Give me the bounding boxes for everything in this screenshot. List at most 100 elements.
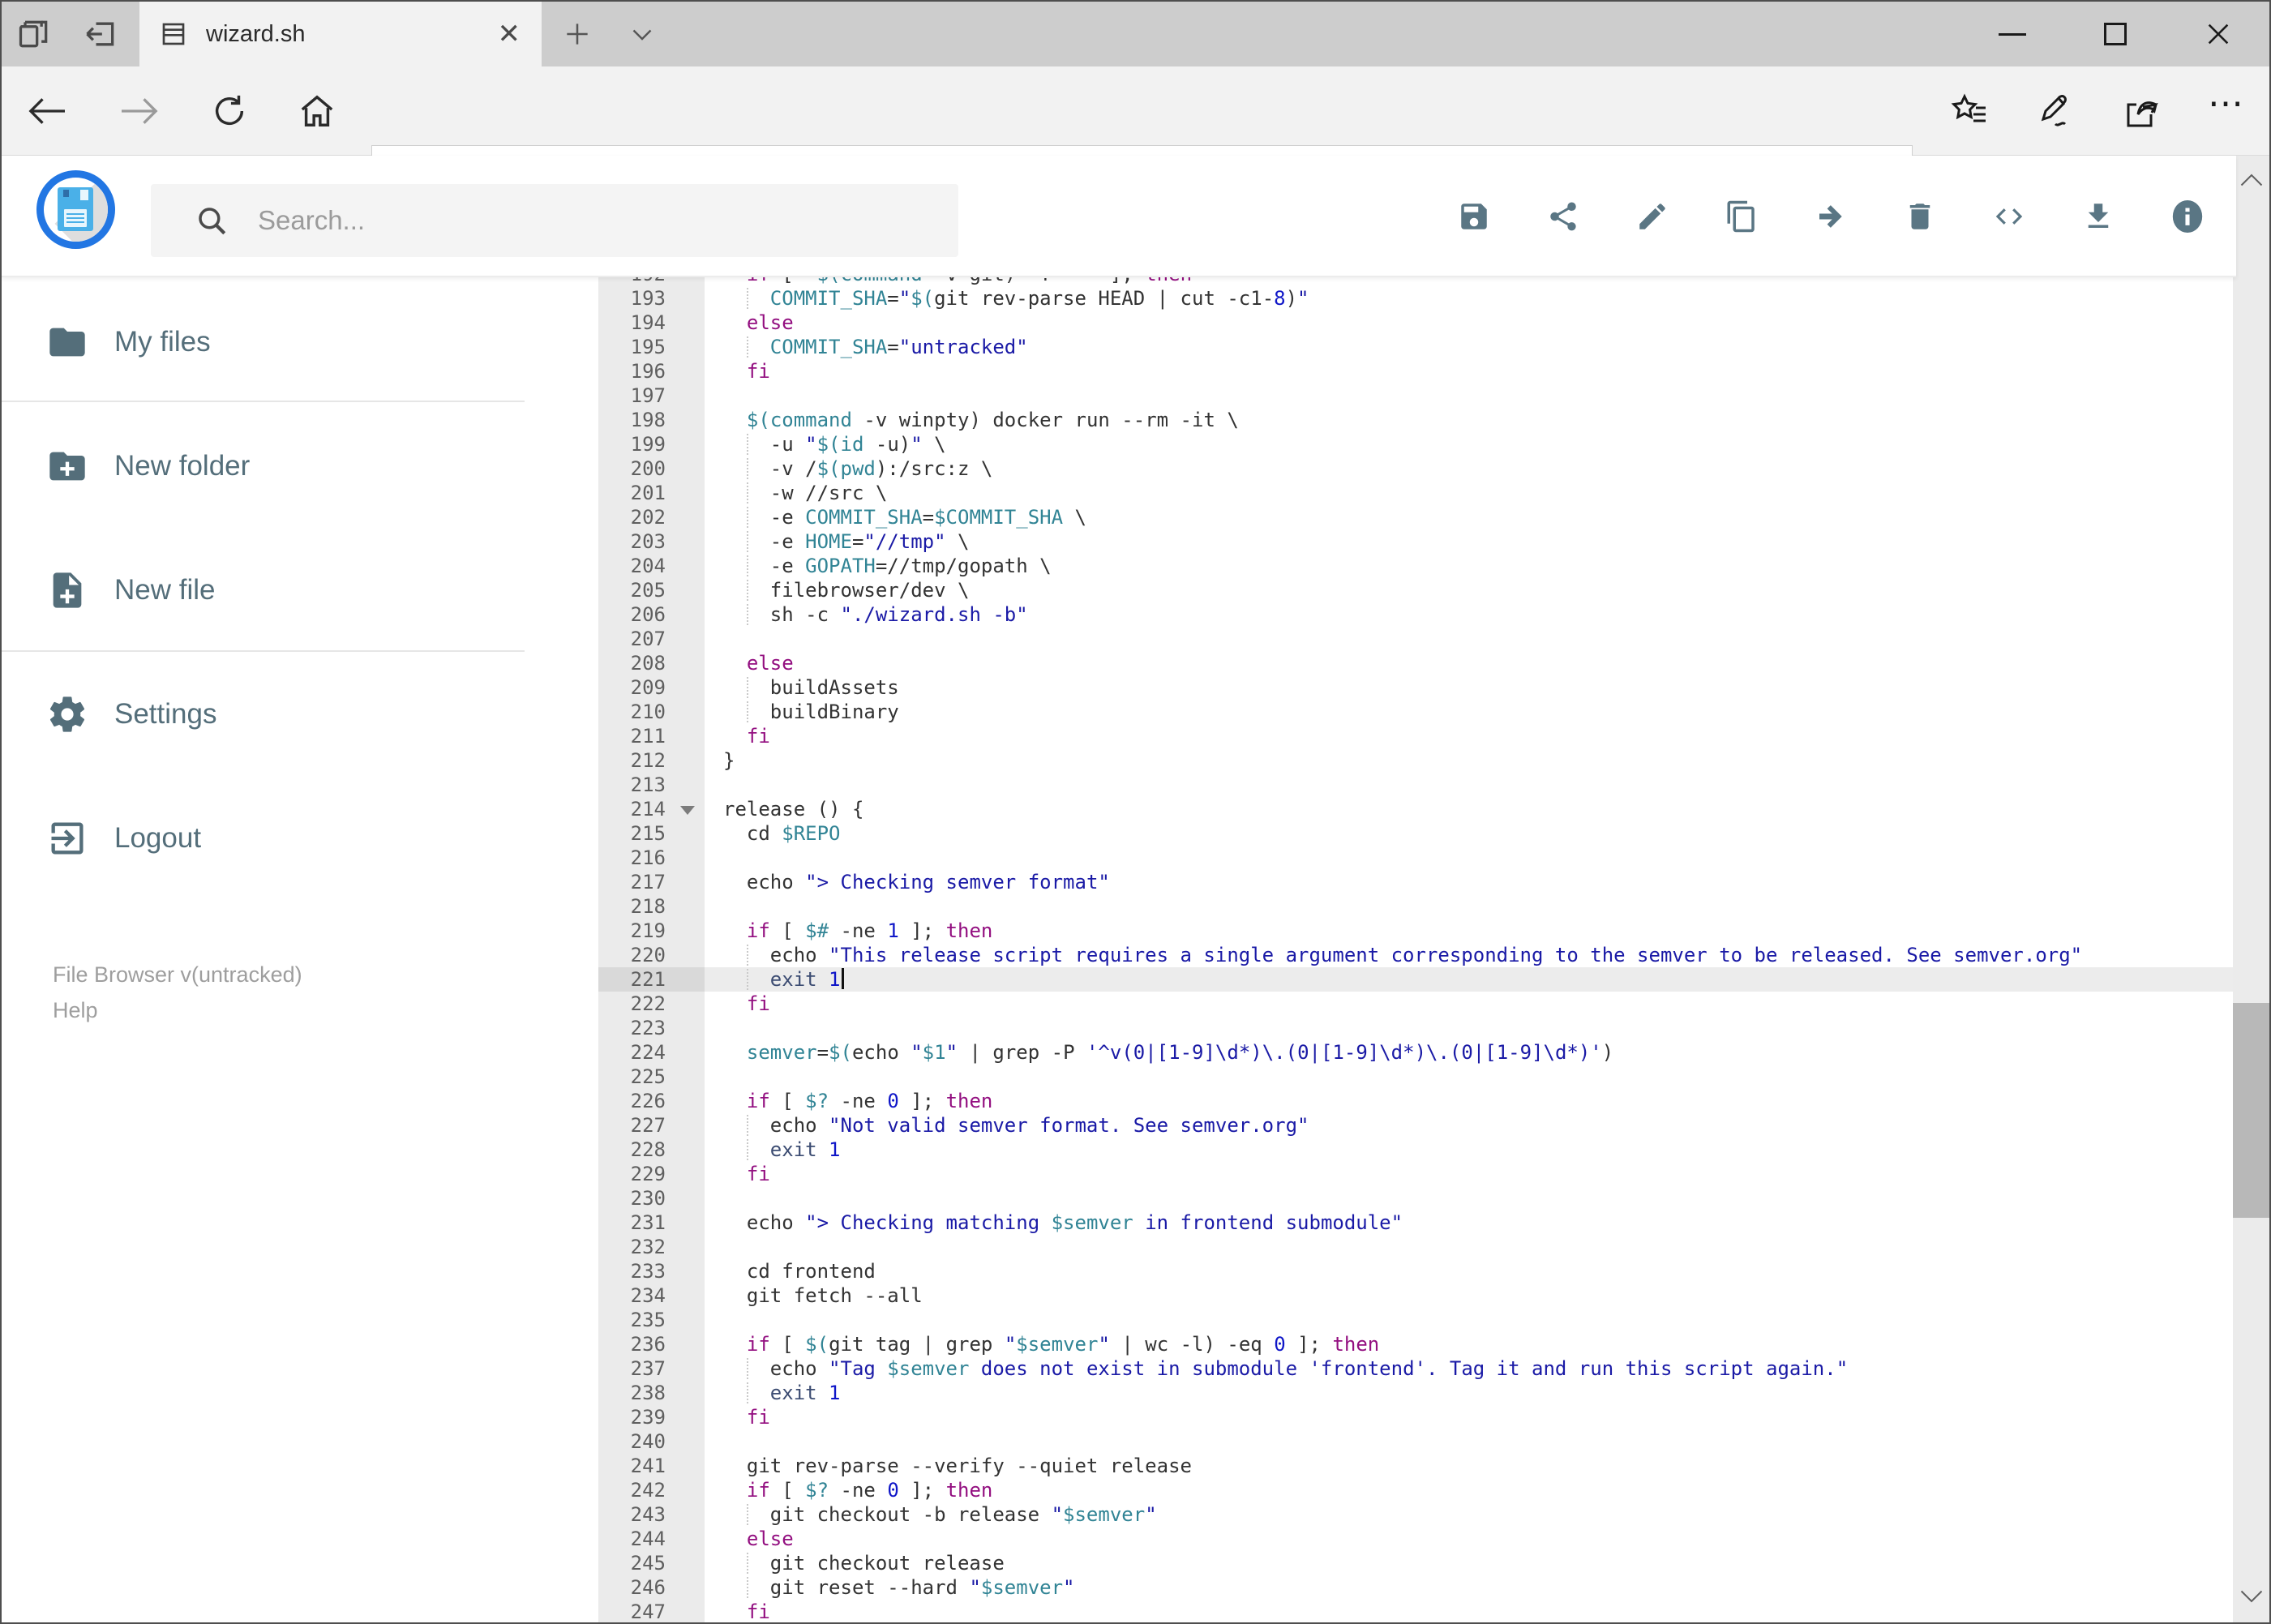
code-line-228[interactable]: 228 exit 1 <box>598 1138 2233 1162</box>
code-line-210[interactable]: 210 buildBinary <box>598 700 2233 724</box>
sidebar-item-settings[interactable]: Settings <box>2 674 561 755</box>
scroll-up-arrow-icon[interactable] <box>2233 156 2269 203</box>
code-line-224[interactable]: 224 semver=$(echo "$1" | grep -P '^v(0|[… <box>598 1040 2233 1065</box>
maximize-button[interactable] <box>2063 2 2166 66</box>
code-line-196[interactable]: 196 fi <box>598 359 2233 384</box>
line-number: 237 <box>598 1356 705 1381</box>
code-line-216[interactable]: 216 <box>598 846 2233 870</box>
search-input[interactable]: Search... <box>151 184 958 257</box>
tab-close-icon[interactable]: ✕ <box>498 18 521 50</box>
sidebar-item-new-file[interactable]: New file <box>2 550 561 631</box>
code-line-217[interactable]: 217 echo "> Checking semver format" <box>598 870 2233 894</box>
code-line-229[interactable]: 229 fi <box>598 1162 2233 1186</box>
line-number: 195 <box>598 335 705 359</box>
code-line-218[interactable]: 218 <box>598 894 2233 919</box>
delete-button[interactable] <box>1902 199 1938 234</box>
code-view-button[interactable] <box>1991 199 2027 234</box>
code-line-214[interactable]: 214 release () { <box>598 797 2233 821</box>
refresh-icon[interactable] <box>211 92 248 130</box>
code-line-221[interactable]: 221 exit 1 <box>598 967 2233 992</box>
code-line-240[interactable]: 240 <box>598 1429 2233 1454</box>
minimize-button[interactable] <box>1960 2 2063 66</box>
code-line-231[interactable]: 231 echo "> Checking matching $semver in… <box>598 1211 2233 1235</box>
code-line-223[interactable]: 223 <box>598 1016 2233 1040</box>
line-number: 231 <box>598 1211 705 1235</box>
code-line-230[interactable]: 230 <box>598 1186 2233 1211</box>
code-line-205[interactable]: 205 filebrowser/dev \ <box>598 578 2233 602</box>
tab-preview-icon[interactable] <box>16 16 52 52</box>
info-button[interactable] <box>2170 199 2205 234</box>
sidebar-item-logout[interactable]: Logout <box>2 798 561 879</box>
share-button[interactable] <box>1545 199 1581 234</box>
code-line-192[interactable]: 192 if [ "$(command -v git)" != "" ]; th… <box>598 277 2233 286</box>
scrollbar-thumb[interactable] <box>2233 1003 2269 1218</box>
code-line-204[interactable]: 204 -e GOPATH=//tmp/gopath \ <box>598 554 2233 578</box>
code-line-227[interactable]: 227 echo "Not valid semver format. See s… <box>598 1113 2233 1138</box>
code-line-232[interactable]: 232 <box>598 1235 2233 1259</box>
code-editor[interactable]: 192 if [ "$(command -v git)" != "" ]; th… <box>598 277 2233 1622</box>
code-line-242[interactable]: 242 if [ $? -ne 0 ]; then <box>598 1478 2233 1502</box>
code-line-219[interactable]: 219 if [ $# -ne 1 ]; then <box>598 919 2233 943</box>
code-line-206[interactable]: 206 sh -c "./wizard.sh -b" <box>598 602 2233 627</box>
code-line-215[interactable]: 215 cd $REPO <box>598 821 2233 846</box>
share-icon[interactable] <box>2122 92 2161 131</box>
set-tabs-aside-icon[interactable] <box>83 16 118 52</box>
code-line-238[interactable]: 238 exit 1 <box>598 1381 2233 1405</box>
move-button[interactable] <box>1813 199 1849 234</box>
code-line-209[interactable]: 209 buildAssets <box>598 675 2233 700</box>
code-line-207[interactable]: 207 <box>598 627 2233 651</box>
code-line-233[interactable]: 233 cd frontend <box>598 1259 2233 1283</box>
code-line-245[interactable]: 245 git checkout release <box>598 1551 2233 1575</box>
code-line-195[interactable]: 195 COMMIT_SHA="untracked" <box>598 335 2233 359</box>
close-button[interactable] <box>2166 2 2269 66</box>
sidebar-item-my-files[interactable]: My files <box>2 302 561 383</box>
file-browser-logo-icon[interactable] <box>36 170 115 249</box>
web-notes-pen-icon[interactable] <box>2036 92 2075 131</box>
home-icon[interactable] <box>298 92 336 130</box>
code-line-239[interactable]: 239 fi <box>598 1405 2233 1429</box>
settings-ellipsis-icon[interactable]: ⋯ <box>2208 86 2247 126</box>
code-line-200[interactable]: 200 -v /$(pwd):/src:z \ <box>598 456 2233 481</box>
save-button[interactable] <box>1456 199 1492 234</box>
code-line-213[interactable]: 213 <box>598 773 2233 797</box>
help-link[interactable]: Help <box>53 992 98 1028</box>
code-line-225[interactable]: 225 <box>598 1065 2233 1089</box>
code-line-222[interactable]: 222 fi <box>598 992 2233 1016</box>
code-line-198[interactable]: 198 $(command -v winpty) docker run --rm… <box>598 408 2233 432</box>
gear-icon <box>49 696 85 732</box>
forward-icon[interactable] <box>118 93 161 129</box>
code-line-243[interactable]: 243 git checkout -b release "$semver" <box>598 1502 2233 1527</box>
code-line-247[interactable]: 247 fi <box>598 1600 2233 1622</box>
rename-button[interactable] <box>1635 199 1670 234</box>
code-line-220[interactable]: 220 echo "This release script requires a… <box>598 943 2233 967</box>
copy-button[interactable] <box>1724 199 1759 234</box>
code-line-241[interactable]: 241 git rev-parse --verify --quiet relea… <box>598 1454 2233 1478</box>
code-line-199[interactable]: 199 -u "$(id -u)" \ <box>598 432 2233 456</box>
code-line-235[interactable]: 235 <box>598 1308 2233 1332</box>
back-icon[interactable] <box>26 93 68 129</box>
code-line-197[interactable]: 197 <box>598 384 2233 408</box>
code-line-234[interactable]: 234 git fetch --all <box>598 1283 2233 1308</box>
download-button[interactable] <box>2080 199 2116 234</box>
code-line-226[interactable]: 226 if [ $? -ne 0 ]; then <box>598 1089 2233 1113</box>
browser-tab[interactable]: wizard.sh ✕ <box>139 2 542 66</box>
code-line-208[interactable]: 208 else <box>598 651 2233 675</box>
code-line-193[interactable]: 193 COMMIT_SHA="$(git rev-parse HEAD | c… <box>598 286 2233 311</box>
new-tab-button[interactable] <box>546 2 608 66</box>
tab-list-chevron-icon[interactable] <box>611 2 673 66</box>
code-line-212[interactable]: 212} <box>598 748 2233 773</box>
code-line-246[interactable]: 246 git reset --hard "$semver" <box>598 1575 2233 1600</box>
line-number: 207 <box>598 627 705 651</box>
code-line-203[interactable]: 203 -e HOME="//tmp" \ <box>598 529 2233 554</box>
code-line-201[interactable]: 201 -w //src \ <box>598 481 2233 505</box>
code-line-202[interactable]: 202 -e COMMIT_SHA=$COMMIT_SHA \ <box>598 505 2233 529</box>
code-line-237[interactable]: 237 echo "Tag $semver does not exist in … <box>598 1356 2233 1381</box>
code-line-211[interactable]: 211 fi <box>598 724 2233 748</box>
sidebar-item-new-folder[interactable]: New folder <box>2 426 561 507</box>
code-line-194[interactable]: 194 else <box>598 311 2233 335</box>
code-line-236[interactable]: 236 if [ $(git tag | grep "$semver" | wc… <box>598 1332 2233 1356</box>
scroll-down-arrow-icon[interactable] <box>2233 1574 2269 1621</box>
code-line-244[interactable]: 244 else <box>598 1527 2233 1551</box>
page-scrollbar[interactable] <box>2233 156 2269 1622</box>
favorites-hub-icon[interactable] <box>1950 92 1989 131</box>
